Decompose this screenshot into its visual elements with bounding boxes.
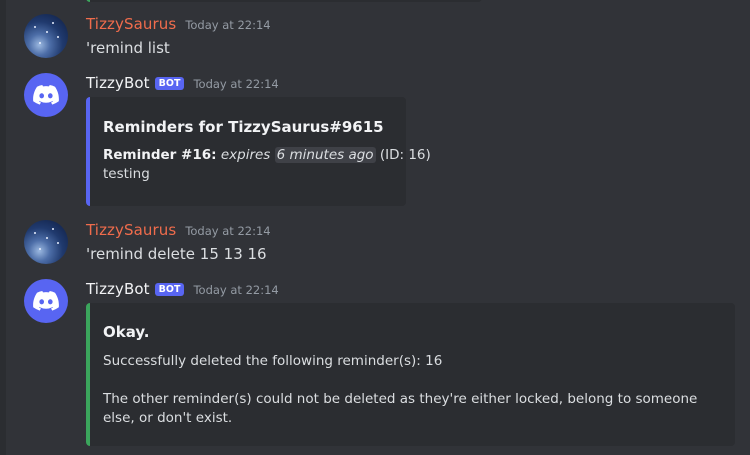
timestamp[interactable]: Today at 22:14 [185, 18, 270, 32]
username[interactable]: TizzySaurus [86, 15, 176, 33]
embed-line-success: Successfully deleted the following remin… [103, 353, 443, 369]
message-header: TizzySaurus Today at 22:14 [86, 15, 271, 33]
embed-line-note: The other reminder(s) could not be delet… [103, 391, 698, 426]
previous-embed-edge [86, 0, 482, 2]
relative-timestamp[interactable]: 6 minutes ago [274, 147, 376, 163]
deletion-result-embed: Okay. Successfully deleted the following… [86, 303, 735, 446]
message-text: 'remind list [86, 39, 170, 57]
username[interactable]: TizzyBot [86, 74, 150, 92]
timestamp[interactable]: Today at 22:14 [193, 77, 278, 91]
embed-description: Reminder #16: expires 6 minutes ago (ID:… [103, 146, 431, 184]
discord-logo-icon [33, 85, 59, 105]
message-text: 'remind delete 15 13 16 [86, 245, 267, 263]
bot-avatar[interactable] [24, 73, 68, 117]
embed-title: Reminders for TizzySaurus#9615 [103, 118, 384, 136]
reminder-id: (ID: 16) [379, 147, 431, 163]
message-header: TizzyBot BOT Today at 22:14 [86, 74, 279, 92]
timestamp[interactable]: Today at 22:14 [185, 224, 270, 238]
username[interactable]: TizzySaurus [86, 221, 176, 239]
user-avatar[interactable] [24, 14, 68, 58]
reminder-line: Reminder #16: expires 6 minutes ago (ID:… [103, 146, 431, 165]
message-header: TizzySaurus Today at 22:14 [86, 221, 271, 239]
message-header: TizzyBot BOT Today at 22:14 [86, 280, 279, 298]
bot-avatar[interactable] [24, 279, 68, 323]
reminders-embed: Reminders for TizzySaurus#9615 Reminder … [86, 97, 431, 206]
bot-badge: BOT [154, 283, 185, 296]
expires-word: expires [220, 147, 271, 163]
discord-logo-icon [33, 291, 59, 311]
username[interactable]: TizzyBot [86, 280, 150, 298]
reminder-label: Reminder #16: [103, 147, 217, 163]
embed-title: Okay. [103, 323, 150, 341]
timestamp[interactable]: Today at 22:14 [193, 283, 278, 297]
bot-badge: BOT [154, 77, 185, 90]
user-avatar[interactable] [24, 220, 68, 264]
left-edge-divider [0, 0, 6, 455]
reminder-description: testing [103, 166, 150, 182]
